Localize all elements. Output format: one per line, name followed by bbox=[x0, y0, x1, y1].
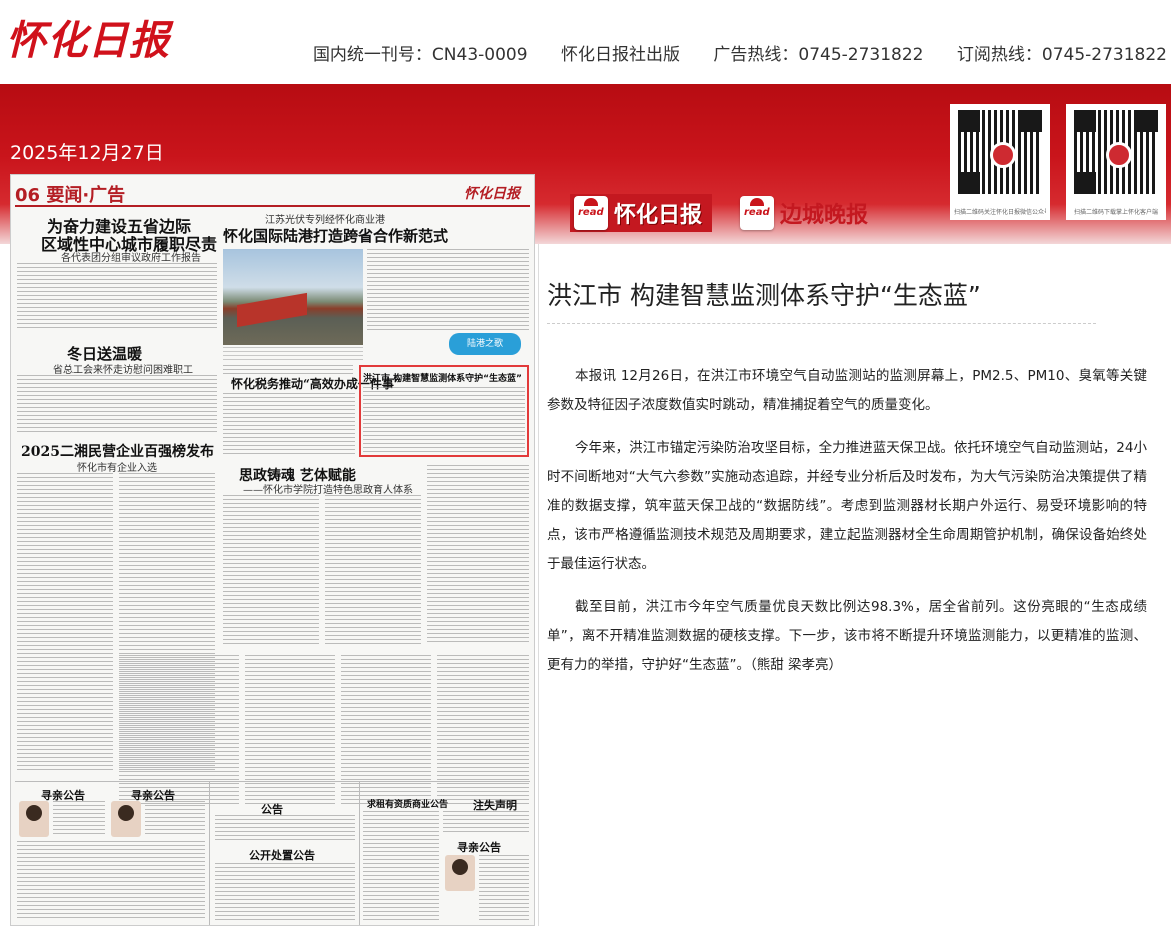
site-header: 怀化日报 国内统一刊号：CN43-0009 怀化日报社出版 广告热线：0745-… bbox=[0, 0, 1171, 84]
page-headline[interactable]: 2025二湘民营企业百强榜发布 bbox=[21, 441, 214, 461]
page-headline[interactable]: 怀化国际陆港打造跨省合作新范式 bbox=[223, 225, 448, 246]
notice-title[interactable]: 求租有资质商业公告 bbox=[367, 797, 448, 810]
article-body: 本报讯 12月26日，在洪江市环境空气自动监测站的监测屏幕上，PM2.5、PM1… bbox=[547, 362, 1147, 694]
article-text-block[interactable] bbox=[17, 473, 113, 773]
article-paragraph: 今年来，洪江市锚定污染防治攻坚目标，全力推进蓝天保卫战。依托环境空气自动监测站，… bbox=[547, 440, 1147, 572]
article-title: 洪江市 构建智慧监测体系守护“生态蓝” bbox=[547, 281, 981, 310]
column-badge: 陆港之歌 bbox=[449, 333, 521, 355]
article-text-block[interactable] bbox=[223, 495, 319, 645]
read-icon: read bbox=[574, 196, 608, 230]
article-text-block[interactable] bbox=[341, 655, 431, 805]
photo-caption bbox=[223, 347, 363, 361]
issue-date[interactable]: 2025年12月27日 bbox=[10, 138, 164, 165]
missing-person-photo bbox=[19, 801, 49, 837]
newspaper-page-thumbnail[interactable]: 06 要闻·广告 怀化日报 为奋力建设五省边际 区域性中心城市履职尽责 各代表团… bbox=[10, 174, 535, 926]
issn-text: 国内统一刊号：CN43-0009 bbox=[312, 45, 528, 65]
notice-title[interactable]: 寻亲公告 bbox=[457, 839, 501, 855]
biancheng-evening-tab[interactable]: read 边城晚报 bbox=[740, 194, 868, 232]
article-paragraph: 本报讯 12月26日，在洪江市环境空气自动监测站的监测屏幕上，PM2.5、PM1… bbox=[547, 368, 1147, 413]
page-subhead: 怀化市有企业入选 bbox=[77, 463, 157, 474]
page-subhead: ——怀化市学院打造特色思政育人体系 bbox=[243, 485, 413, 496]
article-text-block[interactable] bbox=[223, 365, 353, 375]
section-divider bbox=[15, 781, 530, 782]
article-text-block[interactable] bbox=[363, 387, 525, 453]
masthead-rule bbox=[15, 205, 530, 207]
notice-title[interactable]: 公开处置公告 bbox=[249, 847, 315, 863]
notice-text[interactable] bbox=[443, 811, 529, 835]
title-divider bbox=[547, 323, 1096, 324]
subscription-hotline-text: 订阅热线：0745-2731822 bbox=[956, 45, 1167, 65]
read-icon: read bbox=[740, 196, 774, 230]
missing-person-photo bbox=[111, 801, 141, 837]
qr-caption: 扫描二维码关注怀化日报微信公众号 bbox=[954, 209, 1046, 216]
notice-text[interactable] bbox=[215, 815, 355, 841]
ad-hotline-text: 广告热线：0745-2731822 bbox=[713, 45, 924, 65]
article-text-block[interactable] bbox=[245, 655, 335, 805]
selected-article-title[interactable]: 洪江市 构建智慧监测体系守护“生态蓝” bbox=[363, 371, 522, 384]
brand-name: 边城晚报 bbox=[780, 202, 869, 228]
notice-text[interactable] bbox=[215, 863, 355, 921]
article-text-block[interactable] bbox=[17, 375, 217, 435]
qr-caption: 扫描二维码下载掌上怀化客户端 bbox=[1073, 209, 1158, 216]
article-text-block[interactable] bbox=[17, 263, 217, 331]
missing-person-photo bbox=[445, 855, 475, 891]
page-masthead: 怀化日报 bbox=[464, 186, 520, 202]
column-divider bbox=[209, 781, 210, 925]
notice-text[interactable] bbox=[145, 801, 205, 837]
article-text-block[interactable] bbox=[437, 655, 529, 805]
app-qr-card: 扫描二维码下载掌上怀化客户端 bbox=[1066, 104, 1166, 220]
article-text-block[interactable] bbox=[427, 465, 529, 645]
site-logo[interactable]: 怀化日报 bbox=[6, 8, 170, 66]
publisher-text: 怀化日报社出版 bbox=[560, 45, 680, 65]
notice-text[interactable] bbox=[479, 855, 529, 921]
notice-text[interactable] bbox=[363, 811, 439, 921]
publication-info: 国内统一刊号：CN43-0009 怀化日报社出版 广告热线：0745-27318… bbox=[285, 40, 1167, 65]
article-text-block[interactable] bbox=[119, 655, 239, 805]
article-panel: 洪江市 构建智慧监测体系守护“生态蓝” 本报讯 12月26日，在洪江市环境空气自… bbox=[538, 244, 1171, 926]
article-paragraph: 截至目前，洪江市今年空气质量优良天数比例达98.3%，居全省前列。这份亮眼的“生… bbox=[547, 599, 1147, 673]
notice-text[interactable] bbox=[17, 841, 205, 921]
article-text-block[interactable] bbox=[223, 393, 355, 457]
huaihua-daily-tab[interactable]: read 怀化日报 bbox=[570, 194, 713, 232]
read-label: read bbox=[744, 207, 770, 218]
article-text-block[interactable] bbox=[325, 495, 421, 645]
brand-name: 怀化日报 bbox=[614, 202, 703, 228]
read-label: read bbox=[578, 207, 604, 218]
article-text-block[interactable] bbox=[367, 249, 529, 331]
qr-code-icon bbox=[1074, 110, 1158, 194]
page-subhead: 各代表团分组审议政府工作报告 bbox=[61, 253, 201, 264]
train-photo[interactable] bbox=[223, 249, 363, 345]
page-kicker: 江苏光伏专列经怀化商业港 bbox=[265, 215, 385, 226]
notice-text[interactable] bbox=[53, 801, 105, 837]
page-section-label: 06 要闻·广告 bbox=[15, 185, 126, 206]
page-subhead: 省总工会来怀走访慰问困难职工 bbox=[53, 365, 193, 376]
qr-code-icon bbox=[958, 110, 1042, 194]
wechat-qr-card: 扫描二维码关注怀化日报微信公众号 bbox=[950, 104, 1050, 220]
column-divider bbox=[359, 781, 360, 925]
